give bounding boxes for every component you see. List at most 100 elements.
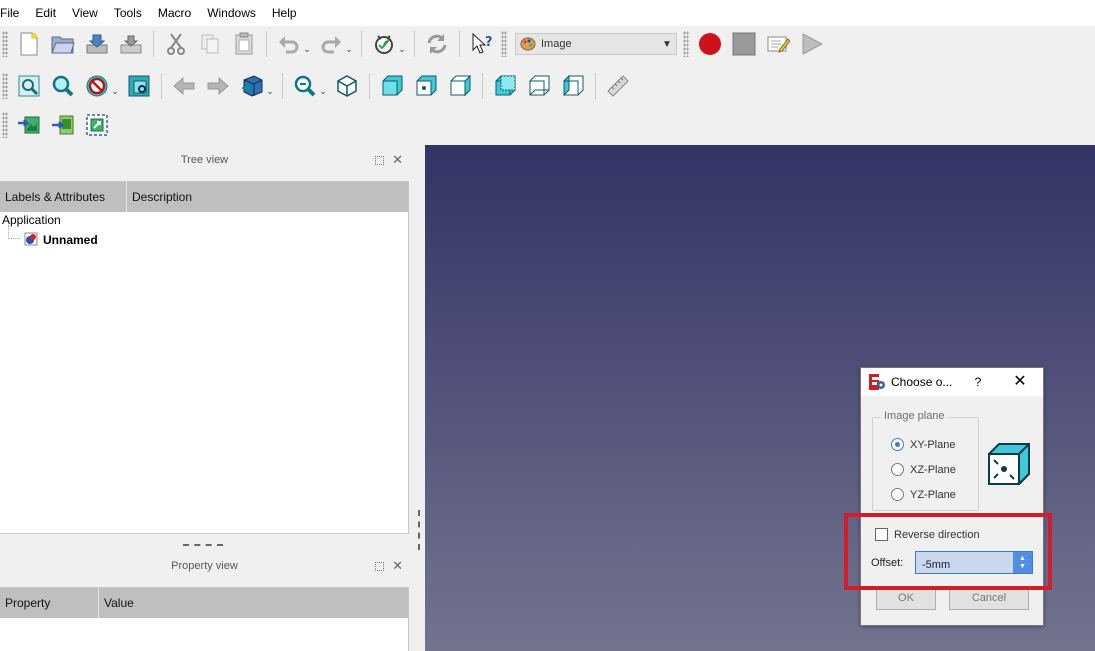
menu-windows[interactable]: Windows [199, 0, 264, 26]
float-panel-icon[interactable] [375, 561, 385, 571]
sync-view-icon[interactable] [237, 71, 267, 101]
viewport-splitter[interactable] [418, 510, 421, 550]
toolbar-separator [414, 31, 415, 57]
refresh-document-icon[interactable] [369, 29, 399, 59]
tree-view-title: Tree view [180, 154, 229, 166]
help-button[interactable]: ? [971, 368, 985, 396]
isometric-view-icon[interactable] [332, 71, 362, 101]
file-toolbar: ⌄ ⌄ ⌄ ? Image ▼ [0, 24, 829, 64]
yz-plane-label: YZ-Plane [910, 488, 956, 501]
toolbar-separator [459, 31, 460, 57]
stop-macro-icon[interactable] [729, 29, 759, 59]
workbench-select[interactable]: Image ▼ [515, 33, 677, 55]
document-label: Unnamed [43, 233, 98, 247]
ok-button[interactable]: OK [876, 587, 936, 610]
svg-text:?: ? [485, 35, 493, 50]
close-panel-icon[interactable]: ✕ [392, 149, 403, 171]
whats-this-icon[interactable]: ? [467, 29, 497, 59]
save-as-icon[interactable] [116, 29, 146, 59]
paste-icon[interactable] [229, 29, 259, 59]
toolbar-grip[interactable] [2, 31, 8, 57]
save-icon[interactable] [82, 29, 112, 59]
cut-icon[interactable] [161, 29, 191, 59]
top-view-icon[interactable] [411, 71, 441, 101]
toolbar-grip[interactable] [683, 31, 689, 57]
chevron-down-icon: ▼ [662, 38, 672, 50]
image-toolbar [0, 105, 114, 145]
toolbar-grip[interactable] [2, 112, 8, 138]
menu-tools[interactable]: Tools [106, 0, 150, 26]
xy-plane-radio[interactable]: XY-Plane [891, 438, 955, 451]
menu-bar: File Edit View Tools Macro Windows Help [0, 0, 1095, 26]
measure-icon[interactable] [603, 71, 633, 101]
record-macro-icon[interactable] [695, 29, 725, 59]
draw-style-icon[interactable] [82, 71, 112, 101]
right-view-icon[interactable] [445, 71, 475, 101]
view-toolbar: ⌄ ⌄ ⌄ [0, 66, 635, 106]
new-document-icon[interactable] [14, 29, 44, 59]
menu-edit[interactable]: Edit [27, 0, 64, 26]
menu-file[interactable]: File [0, 0, 27, 26]
xy-plane-label: XY-Plane [910, 438, 956, 451]
rear-view-icon[interactable] [490, 71, 520, 101]
toolbar-separator [369, 73, 370, 99]
toolbar-separator [153, 31, 154, 57]
fit-selection-icon[interactable] [48, 71, 78, 101]
panel-splitter[interactable] [183, 544, 223, 547]
bounding-box-icon[interactable] [124, 71, 154, 101]
toolbar-separator [282, 73, 283, 99]
tree-branch-line [8, 238, 20, 239]
dialog-title: Choose o... [891, 375, 953, 389]
property-header: Property Value [0, 588, 408, 618]
yz-plane-radio[interactable]: YZ-Plane [891, 488, 956, 501]
redo-icon[interactable] [316, 29, 346, 59]
image-import-icon[interactable] [48, 110, 78, 140]
highlight-box [844, 513, 1052, 590]
open-icon[interactable] [48, 29, 78, 59]
column-value[interactable]: Value [99, 588, 408, 618]
radio-indicator[interactable] [891, 463, 904, 476]
fit-all-icon[interactable] [14, 71, 44, 101]
toolbar-separator [482, 73, 483, 99]
menu-macro[interactable]: Macro [150, 0, 199, 26]
column-property[interactable]: Property [0, 588, 99, 618]
menu-help[interactable]: Help [264, 0, 305, 26]
tree-header: Labels & Attributes Description [0, 182, 408, 212]
menu-view[interactable]: View [64, 0, 106, 26]
run-macro-icon[interactable] [797, 29, 827, 59]
float-panel-icon[interactable] [375, 155, 385, 165]
image-open-icon[interactable] [14, 110, 44, 140]
std-view-menu-icon[interactable] [290, 71, 320, 101]
forward-icon[interactable] [203, 71, 233, 101]
image-plane-group-title: Image plane [881, 410, 948, 422]
dialog-titlebar[interactable]: Choose o... ? ✕ [861, 368, 1043, 396]
bottom-view-icon[interactable] [524, 71, 554, 101]
toolbar-separator [361, 31, 362, 57]
column-labels-attributes[interactable]: Labels & Attributes [0, 182, 127, 212]
radio-indicator[interactable] [891, 438, 904, 451]
image-scale-icon[interactable] [82, 110, 112, 140]
property-view[interactable]: Property Value [0, 587, 409, 651]
xz-plane-radio[interactable]: XZ-Plane [891, 463, 956, 476]
left-view-icon[interactable] [558, 71, 588, 101]
image-workbench-icon [520, 37, 536, 51]
back-icon[interactable] [169, 71, 199, 101]
undo-icon[interactable] [274, 29, 304, 59]
front-view-icon[interactable] [377, 71, 407, 101]
toolbar-grip[interactable] [501, 31, 507, 57]
tree-item-application[interactable]: Application [2, 213, 61, 227]
close-button[interactable]: ✕ [1010, 368, 1030, 396]
tree-item-unnamed[interactable]: Unnamed [24, 232, 98, 247]
property-view-title: Property view [171, 560, 238, 572]
toolbar-separator [266, 31, 267, 57]
tree-view-titlebar: Tree view ✕ [0, 149, 409, 171]
close-panel-icon[interactable]: ✕ [392, 555, 403, 577]
toolbar-grip[interactable] [2, 73, 8, 99]
column-description[interactable]: Description [127, 182, 408, 212]
edit-macro-icon[interactable] [763, 29, 793, 59]
cancel-button[interactable]: Cancel [949, 587, 1029, 610]
radio-indicator[interactable] [891, 488, 904, 501]
refresh-icon[interactable] [422, 29, 452, 59]
workbench-label: Image [541, 38, 572, 50]
copy-icon[interactable] [195, 29, 225, 59]
